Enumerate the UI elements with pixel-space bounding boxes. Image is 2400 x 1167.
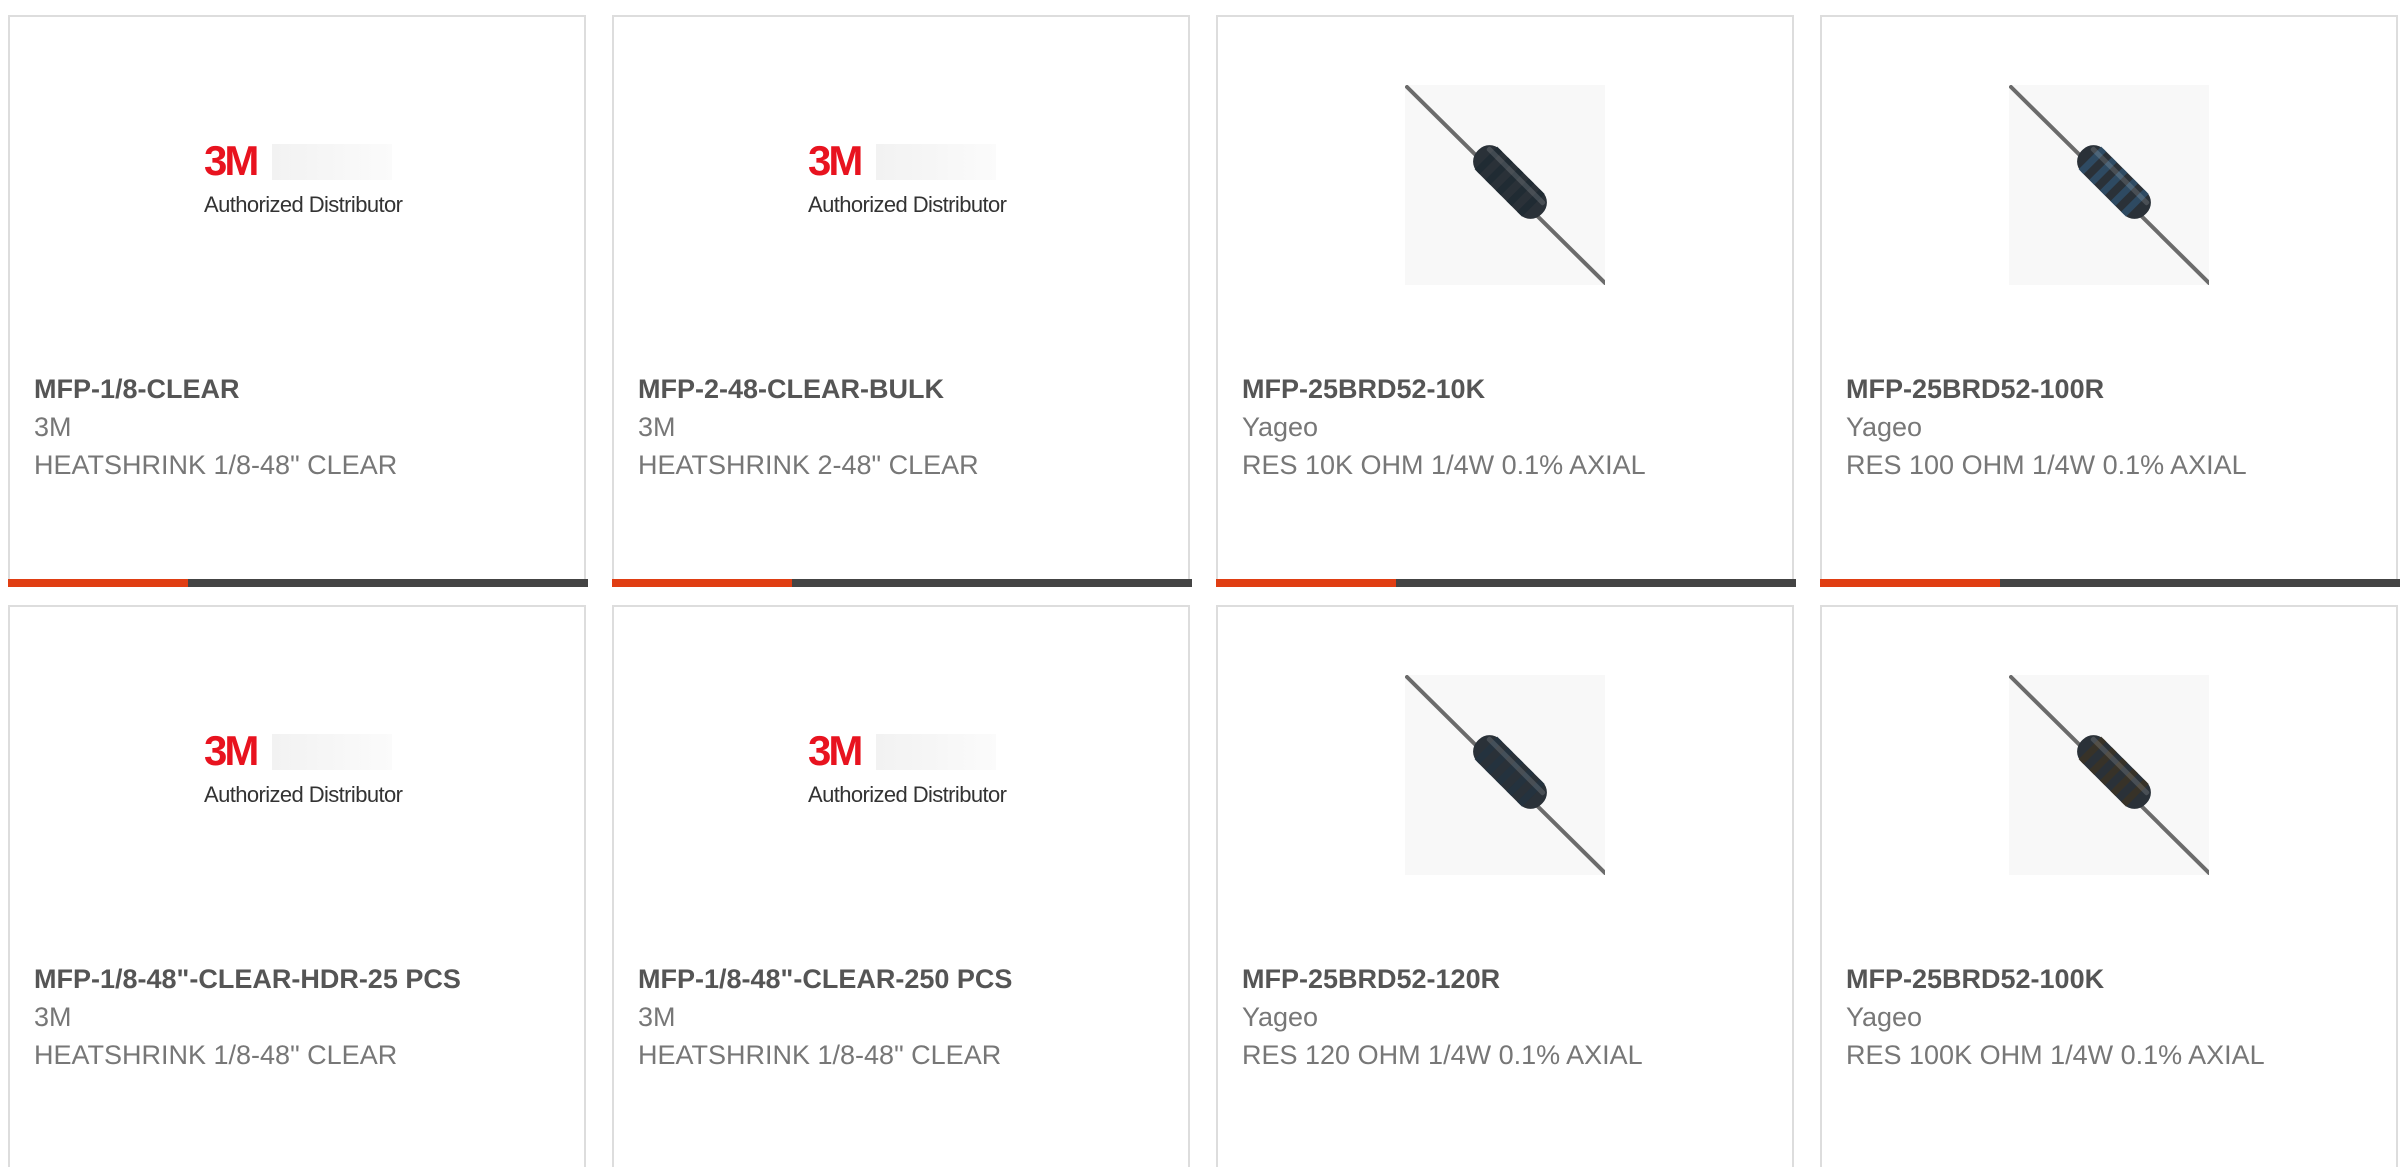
product-part-number[interactable]: MFP-25BRD52-120R: [1242, 964, 1500, 995]
resistor-icon: [2009, 675, 2209, 875]
product-image[interactable]: 3M Authorized Distributor: [614, 675, 1188, 875]
card-accent-bar: [8, 579, 588, 587]
logo-3m-mark: 3M: [808, 727, 863, 774]
product-manufacturer: 3M: [638, 1002, 676, 1032]
logo-3m-caption: Authorized Distributor: [204, 192, 403, 217]
product-manufacturer: Yageo: [1846, 412, 1923, 442]
card-accent-bar: [1820, 579, 2400, 587]
logo-3m: 3M Authorized Distributor: [796, 727, 1007, 820]
logo-3m-mark: 3M: [808, 137, 863, 184]
logo-3m-caption: Authorized Distributor: [204, 782, 403, 807]
product-part-number[interactable]: MFP-25BRD52-100R: [1846, 374, 2104, 405]
product-description: HEATSHRINK 2-48" CLEAR: [638, 450, 979, 480]
product-part-number[interactable]: MFP-2-48-CLEAR-BULK: [638, 374, 944, 405]
resistor-icon: [1405, 85, 1605, 285]
product-card[interactable]: MFP-25BRD52-100R Yageo RES 100 OHM 1/4W …: [1820, 15, 2400, 587]
logo-3m-caption: Authorized Distributor: [808, 782, 1007, 807]
product-manufacturer: 3M: [34, 412, 72, 442]
product-card[interactable]: MFP-25BRD52-120R Yageo RES 120 OHM 1/4W …: [1216, 605, 1794, 1167]
product-image[interactable]: 3M Authorized Distributor: [10, 85, 584, 285]
resistor-icon: [2009, 85, 2209, 285]
logo-3m: 3M Authorized Distributor: [796, 137, 1007, 230]
product-description: RES 10K OHM 1/4W 0.1% AXIAL: [1242, 450, 1646, 480]
product-card[interactable]: MFP-25BRD52-100K Yageo RES 100K OHM 1/4W…: [1820, 605, 2398, 1167]
product-description: RES 120 OHM 1/4W 0.1% AXIAL: [1242, 1040, 1643, 1070]
product-image[interactable]: 3M Authorized Distributor: [10, 675, 584, 875]
product-description: RES 100 OHM 1/4W 0.1% AXIAL: [1846, 450, 2247, 480]
product-part-number[interactable]: MFP-1/8-48"-CLEAR-250 PCS: [638, 964, 1012, 995]
product-card[interactable]: MFP-25BRD52-10K Yageo RES 10K OHM 1/4W 0…: [1216, 15, 1796, 587]
product-part-number[interactable]: MFP-25BRD52-100K: [1846, 964, 2104, 995]
product-image[interactable]: [1822, 675, 2396, 875]
product-description: HEATSHRINK 1/8-48" CLEAR: [34, 450, 398, 480]
product-image[interactable]: [1822, 85, 2396, 285]
product-description: HEATSHRINK 1/8-48" CLEAR: [638, 1040, 1002, 1070]
product-card[interactable]: 3M Authorized Distributor MFP-1/8-48"-CLE…: [612, 605, 1190, 1167]
logo-3m: 3M Authorized Distributor: [192, 137, 403, 230]
logo-3m: 3M Authorized Distributor: [192, 727, 403, 820]
product-manufacturer: Yageo: [1242, 412, 1319, 442]
product-image[interactable]: [1218, 675, 1792, 875]
product-part-number[interactable]: MFP-1/8-CLEAR: [34, 374, 240, 405]
product-card[interactable]: 3M Authorized Distributor MFP-1/8-48"-CLE…: [8, 605, 586, 1167]
product-description: RES 100K OHM 1/4W 0.1% AXIAL: [1846, 1040, 2265, 1070]
product-part-number[interactable]: MFP-25BRD52-10K: [1242, 374, 1485, 405]
logo-3m-caption: Authorized Distributor: [808, 192, 1007, 217]
product-manufacturer: Yageo: [1242, 1002, 1319, 1032]
product-image[interactable]: [1218, 85, 1792, 285]
product-description: HEATSHRINK 1/8-48" CLEAR: [34, 1040, 398, 1070]
product-manufacturer: 3M: [638, 412, 676, 442]
product-card[interactable]: 3M Authorized Distributor MFP-1/8-CLEAR 3…: [8, 15, 588, 587]
logo-3m-mark: 3M: [204, 137, 259, 184]
resistor-icon: [1405, 675, 1605, 875]
product-card[interactable]: 3M Authorized Distributor MFP-2-48-CLEAR-…: [612, 15, 1192, 587]
product-part-number[interactable]: MFP-1/8-48"-CLEAR-HDR-25 PCS: [34, 964, 461, 995]
logo-3m-mark: 3M: [204, 727, 259, 774]
card-accent-bar: [612, 579, 1192, 587]
card-accent-bar: [1216, 579, 1796, 587]
product-manufacturer: 3M: [34, 1002, 72, 1032]
product-manufacturer: Yageo: [1846, 1002, 1923, 1032]
product-grid: 3M Authorized Distributor MFP-1/8-CLEAR 3…: [0, 0, 2400, 1167]
product-image[interactable]: 3M Authorized Distributor: [614, 85, 1188, 285]
